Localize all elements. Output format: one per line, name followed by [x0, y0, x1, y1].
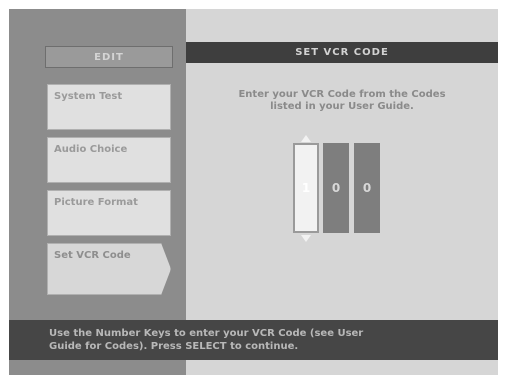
- help-line: Guide for Codes). Press SELECT to contin…: [49, 341, 299, 352]
- help-bar: Use the Number Keys to enter your VCR Co…: [9, 320, 498, 360]
- up-arrow-icon[interactable]: [301, 135, 311, 142]
- page-title: SET VCR CODE: [186, 42, 498, 63]
- menu-item-set-vcr-code[interactable]: Set VCR Code: [47, 243, 171, 295]
- instruction-line: listed in your User Guide.: [270, 101, 414, 112]
- menu-item-audio-choice[interactable]: Audio Choice: [47, 137, 171, 183]
- tv-menu-screen: EDIT System Test Audio Choice Picture Fo…: [9, 9, 498, 375]
- menu-item-picture-format[interactable]: Picture Format: [47, 190, 171, 236]
- menu-item-label: System Test: [54, 91, 123, 102]
- help-line: Use the Number Keys to enter your VCR Co…: [49, 328, 364, 339]
- code-digit-3[interactable]: 0: [354, 143, 380, 233]
- menu-item-label: Set VCR Code: [54, 250, 131, 261]
- menu-item-system-test[interactable]: System Test: [47, 84, 171, 130]
- menu-item-label: Picture Format: [54, 197, 138, 208]
- code-digit-1[interactable]: 1: [293, 143, 319, 233]
- code-digit-2[interactable]: 0: [323, 143, 349, 233]
- instruction-line: Enter your VCR Code from the Codes: [238, 89, 446, 100]
- menu-item-label: Audio Choice: [54, 144, 128, 155]
- instruction-text: Enter your VCR Code from the Codes liste…: [186, 89, 498, 113]
- edit-tab[interactable]: EDIT: [45, 46, 173, 68]
- down-arrow-icon[interactable]: [301, 235, 311, 242]
